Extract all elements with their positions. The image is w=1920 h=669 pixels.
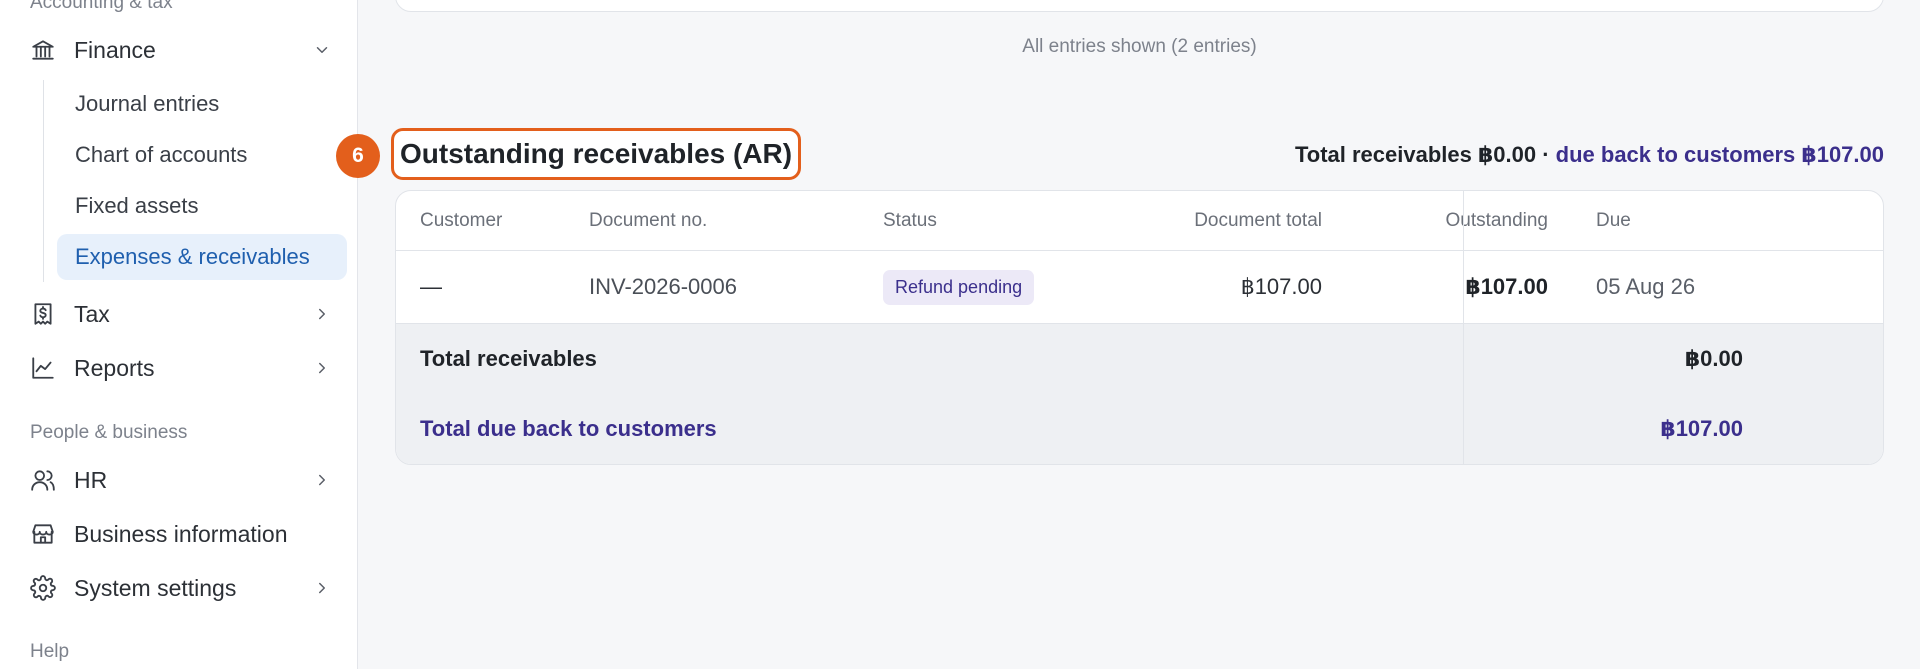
totals-summary: Total receivables ฿0.00 · due back to cu… — [1295, 142, 1884, 168]
section-title-highlight: Outstanding receivables (AR) — [391, 128, 802, 180]
line-chart-icon — [28, 353, 58, 383]
receipt-dollar-icon — [28, 299, 58, 329]
column-header-document-no[interactable]: Document no. — [589, 210, 883, 232]
table-header-row: Customer Document no. Status Document to… — [396, 191, 1883, 251]
total-due-back-label: Total due back to customers — [420, 416, 717, 441]
section-label-people-business: People & business — [30, 422, 188, 443]
subnav-guide-line — [43, 80, 44, 282]
table-row[interactable]: — INV-2026-0006 Refund pending ฿107.00 ฿… — [396, 251, 1883, 324]
cell-document-no[interactable]: INV-2026-0006 — [589, 274, 883, 300]
sidebar-item-finance[interactable]: Finance — [28, 26, 338, 74]
cell-outstanding: ฿107.00 — [1465, 274, 1548, 299]
total-receivables-value: ฿0.00 — [1684, 346, 1743, 371]
sidebar-item-tax[interactable]: Tax — [28, 290, 338, 338]
status-badge: Refund pending — [883, 269, 1035, 305]
sidebar-item-label: Business information — [74, 520, 288, 547]
section-title: Outstanding receivables (AR) — [400, 138, 793, 169]
column-header-document-total[interactable]: Document total — [1133, 210, 1322, 232]
sidebar-item-label: Reports — [74, 354, 155, 381]
column-header-due[interactable]: Due — [1548, 210, 1748, 232]
cell-customer: — — [420, 274, 442, 299]
chevron-right-icon[interactable] — [312, 578, 332, 598]
step-badge: 6 — [336, 134, 380, 178]
sidebar-item-chart-of-accounts[interactable]: Chart of accounts — [57, 132, 347, 178]
gear-icon — [28, 573, 58, 603]
cell-due: 05 Aug 26 — [1596, 274, 1696, 299]
sidebar-item-hr[interactable]: HR — [28, 456, 338, 504]
column-header-status[interactable]: Status — [883, 210, 1133, 232]
sidebar-item-system-settings[interactable]: System settings — [28, 564, 338, 612]
previous-table-card — [395, 0, 1884, 12]
sidebar-item-label: Tax — [74, 300, 110, 327]
sidebar-item-label: Finance — [74, 36, 156, 63]
total-receivables-label: Total receivables — [420, 346, 597, 371]
table-footer: Total receivables ฿0.00 Total due back t… — [396, 191, 1883, 464]
bank-icon — [28, 35, 58, 65]
chevron-right-icon[interactable] — [312, 304, 332, 324]
receivables-table: Customer Document no. Status Document to… — [395, 190, 1884, 465]
chevron-down-icon[interactable] — [312, 40, 332, 60]
section-label-accounting: Accounting & tax — [30, 0, 173, 13]
sidebar: Accounting & tax Finance Journal entries… — [0, 0, 358, 669]
footer-row-total-receivables: Total receivables ฿0.00 — [396, 324, 1883, 394]
due-back-summary: due back to customers ฿107.00 — [1555, 142, 1884, 167]
total-due-back-value: ฿107.00 — [1660, 416, 1743, 441]
chevron-right-icon[interactable] — [312, 470, 332, 490]
cell-status: Refund pending — [883, 269, 1133, 305]
sidebar-item-journal-entries[interactable]: Journal entries — [57, 81, 347, 127]
column-header-outstanding[interactable]: Outstanding — [1322, 210, 1548, 232]
sidebar-item-label: System settings — [74, 574, 237, 601]
storefront-icon — [28, 519, 58, 549]
chevron-right-icon[interactable] — [312, 358, 332, 378]
sidebar-item-label: HR — [74, 466, 108, 493]
entries-count-note: All entries shown (2 entries) — [1022, 36, 1257, 57]
summary-separator: · — [1536, 142, 1556, 167]
footer-row-total-due-back: Total due back to customers ฿107.00 — [396, 394, 1883, 464]
cell-document-total: ฿107.00 — [1240, 274, 1322, 299]
sidebar-item-expenses-receivables[interactable]: Expenses & receivables — [57, 234, 347, 280]
total-receivables-summary: Total receivables ฿0.00 — [1294, 142, 1537, 167]
section-label-help: Help — [30, 641, 70, 662]
column-header-customer[interactable]: Customer — [396, 210, 589, 232]
sidebar-item-business-information[interactable]: Business information — [28, 510, 338, 558]
users-icon — [28, 465, 58, 495]
sidebar-item-reports[interactable]: Reports — [28, 344, 338, 392]
sidebar-item-fixed-assets[interactable]: Fixed assets — [57, 183, 347, 229]
